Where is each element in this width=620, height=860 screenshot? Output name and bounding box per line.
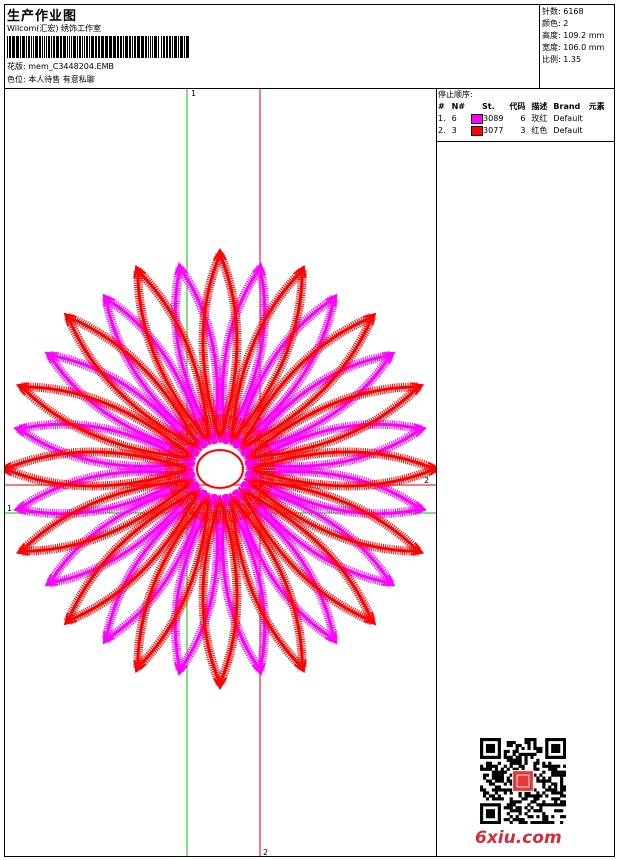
qr-code (480, 738, 566, 824)
flower-design (5, 248, 436, 690)
design-canvas (5, 89, 436, 856)
color-swatch (471, 113, 484, 124)
col-brand: Brand (553, 102, 581, 111)
col-code: 代码 (509, 102, 526, 111)
page-title: 生产作业图 (7, 9, 78, 24)
green-v-axis-label: 1 (191, 89, 197, 98)
table-row: 1. 6 3089 6 玫红 Default (438, 113, 583, 124)
stats-divider (539, 4, 540, 88)
col-element: 元素 (588, 102, 605, 111)
table-row: 2. 3 3077 3 红色 Default (438, 125, 583, 136)
stat-width: 宽度: 106.0 mm (542, 43, 605, 52)
stat-height: 高度: 109.2 mm (542, 31, 605, 40)
color-label: 色位: (7, 75, 26, 84)
pattern-row: 花版: mem_C3448204.EMB (7, 62, 114, 72)
stop-table-header: # N# St. 代码 描述 Brand 元素 (435, 101, 608, 113)
col-stitches: St. (482, 102, 495, 111)
pattern-label: 花版: (7, 62, 26, 71)
pattern-file: mem_C3448204.EMB (28, 62, 114, 71)
color-note: 本人待售 有意私聊 (28, 75, 95, 84)
color-row: 色位: 本人待售 有意私聊 (7, 75, 95, 85)
stop-sequence-table: # N# St. 代码 描述 Brand 元素 1. 6 3089 6 玫红 D… (435, 101, 608, 137)
col-desc: 描述 (531, 102, 548, 111)
stat-stitches: 针数: 6168 (542, 7, 584, 16)
site-logo: 6xiu.com (475, 828, 562, 848)
color-swatch (471, 125, 484, 136)
center-hole (196, 449, 244, 489)
stop-sequence-title: 停止顺序: (438, 90, 473, 99)
studio-name: Wilcom(汇宏) 绣饰工作室 (7, 24, 102, 33)
col-needle: N# (451, 102, 466, 111)
side-panel-divider (436, 88, 437, 857)
stat-colors: 颜色: 2 (542, 19, 569, 28)
stat-scale: 比例: 1.35 (542, 55, 582, 64)
stats-panel: 针数: 6168 颜色: 2 高度: 109.2 mm 宽度: 106.0 mm… (542, 6, 604, 66)
red-v-axis-label: 2 (263, 848, 269, 857)
barcode (7, 36, 189, 58)
stop-table-divider (436, 141, 615, 142)
green-h-axis-label: 1 (7, 504, 13, 513)
col-index: # (438, 102, 445, 111)
red-h-axis-label: 2 (424, 476, 430, 485)
